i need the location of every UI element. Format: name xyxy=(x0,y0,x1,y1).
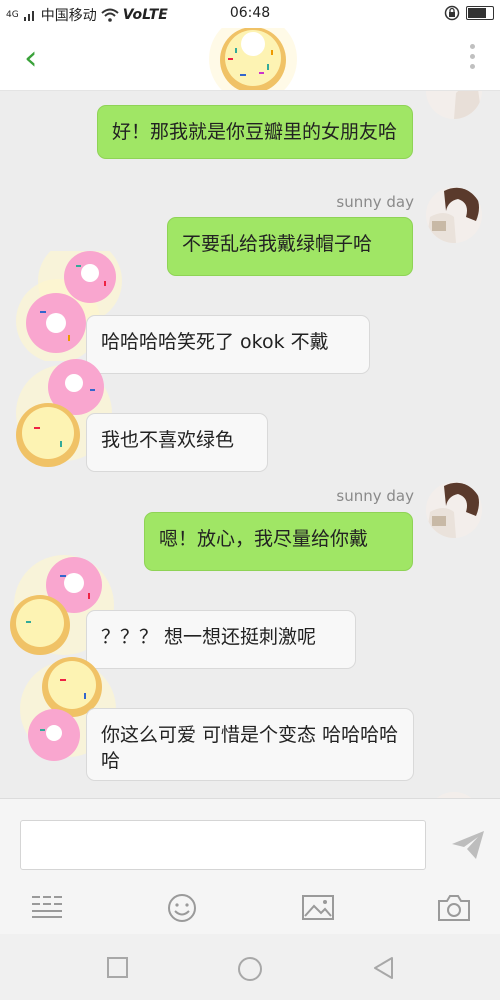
message-bubble-incoming[interactable]: 你这么可爱 可惜是个变态 哈哈哈哈哈 xyxy=(86,708,414,781)
message-bubble-incoming[interactable]: 哈哈哈哈笑死了 okok 不戴 xyxy=(86,315,370,374)
avatar-photo xyxy=(426,482,482,538)
message-bubble-outgoing[interactable]: 嗯！放心，我尽量给你戴 xyxy=(144,512,413,571)
recent-apps-icon[interactable] xyxy=(106,956,130,980)
avatar-photo xyxy=(426,187,482,243)
emoji-icon[interactable] xyxy=(166,894,198,926)
home-icon[interactable] xyxy=(237,956,263,982)
send-icon[interactable] xyxy=(450,829,486,861)
rotation-lock-icon xyxy=(444,5,460,21)
system-nav-bar xyxy=(0,934,500,1000)
keyboard-icon[interactable] xyxy=(32,894,64,920)
status-bar: 4G 中国移动 VoLTE 06:48 xyxy=(0,0,500,28)
donut-icon[interactable] xyxy=(205,28,301,90)
input-bar xyxy=(0,798,500,935)
user-avatar[interactable] xyxy=(426,91,482,119)
sender-name: sunny day xyxy=(336,487,414,505)
sender-name: sunny day xyxy=(336,193,414,211)
user-avatar[interactable] xyxy=(426,187,482,243)
message-input[interactable] xyxy=(20,820,426,870)
message-bubble-outgoing[interactable]: 好！那我就是你豆瓣里的女朋友哈 xyxy=(97,105,413,159)
message-list[interactable]: 好！那我就是你豆瓣里的女朋友哈 sunny day 不要乱给我戴绿帽子哈 哈哈哈… xyxy=(0,91,500,798)
chat-header: ‹ xyxy=(0,28,500,91)
back-icon[interactable] xyxy=(372,956,396,980)
user-avatar[interactable] xyxy=(426,482,482,538)
status-right xyxy=(444,5,494,21)
clock: 06:48 xyxy=(229,5,271,21)
chevron-left-icon[interactable]: ‹ xyxy=(24,40,38,76)
camera-icon[interactable] xyxy=(437,894,471,922)
avatar-photo xyxy=(426,91,482,119)
message-bubble-outgoing[interactable]: 不要乱给我戴绿帽子哈 xyxy=(167,217,413,276)
message-bubble-incoming[interactable]: 我也不喜欢绿色 xyxy=(86,413,268,472)
image-icon[interactable] xyxy=(302,894,334,922)
battery-icon xyxy=(466,6,494,20)
more-vertical-icon[interactable] xyxy=(470,44,476,72)
